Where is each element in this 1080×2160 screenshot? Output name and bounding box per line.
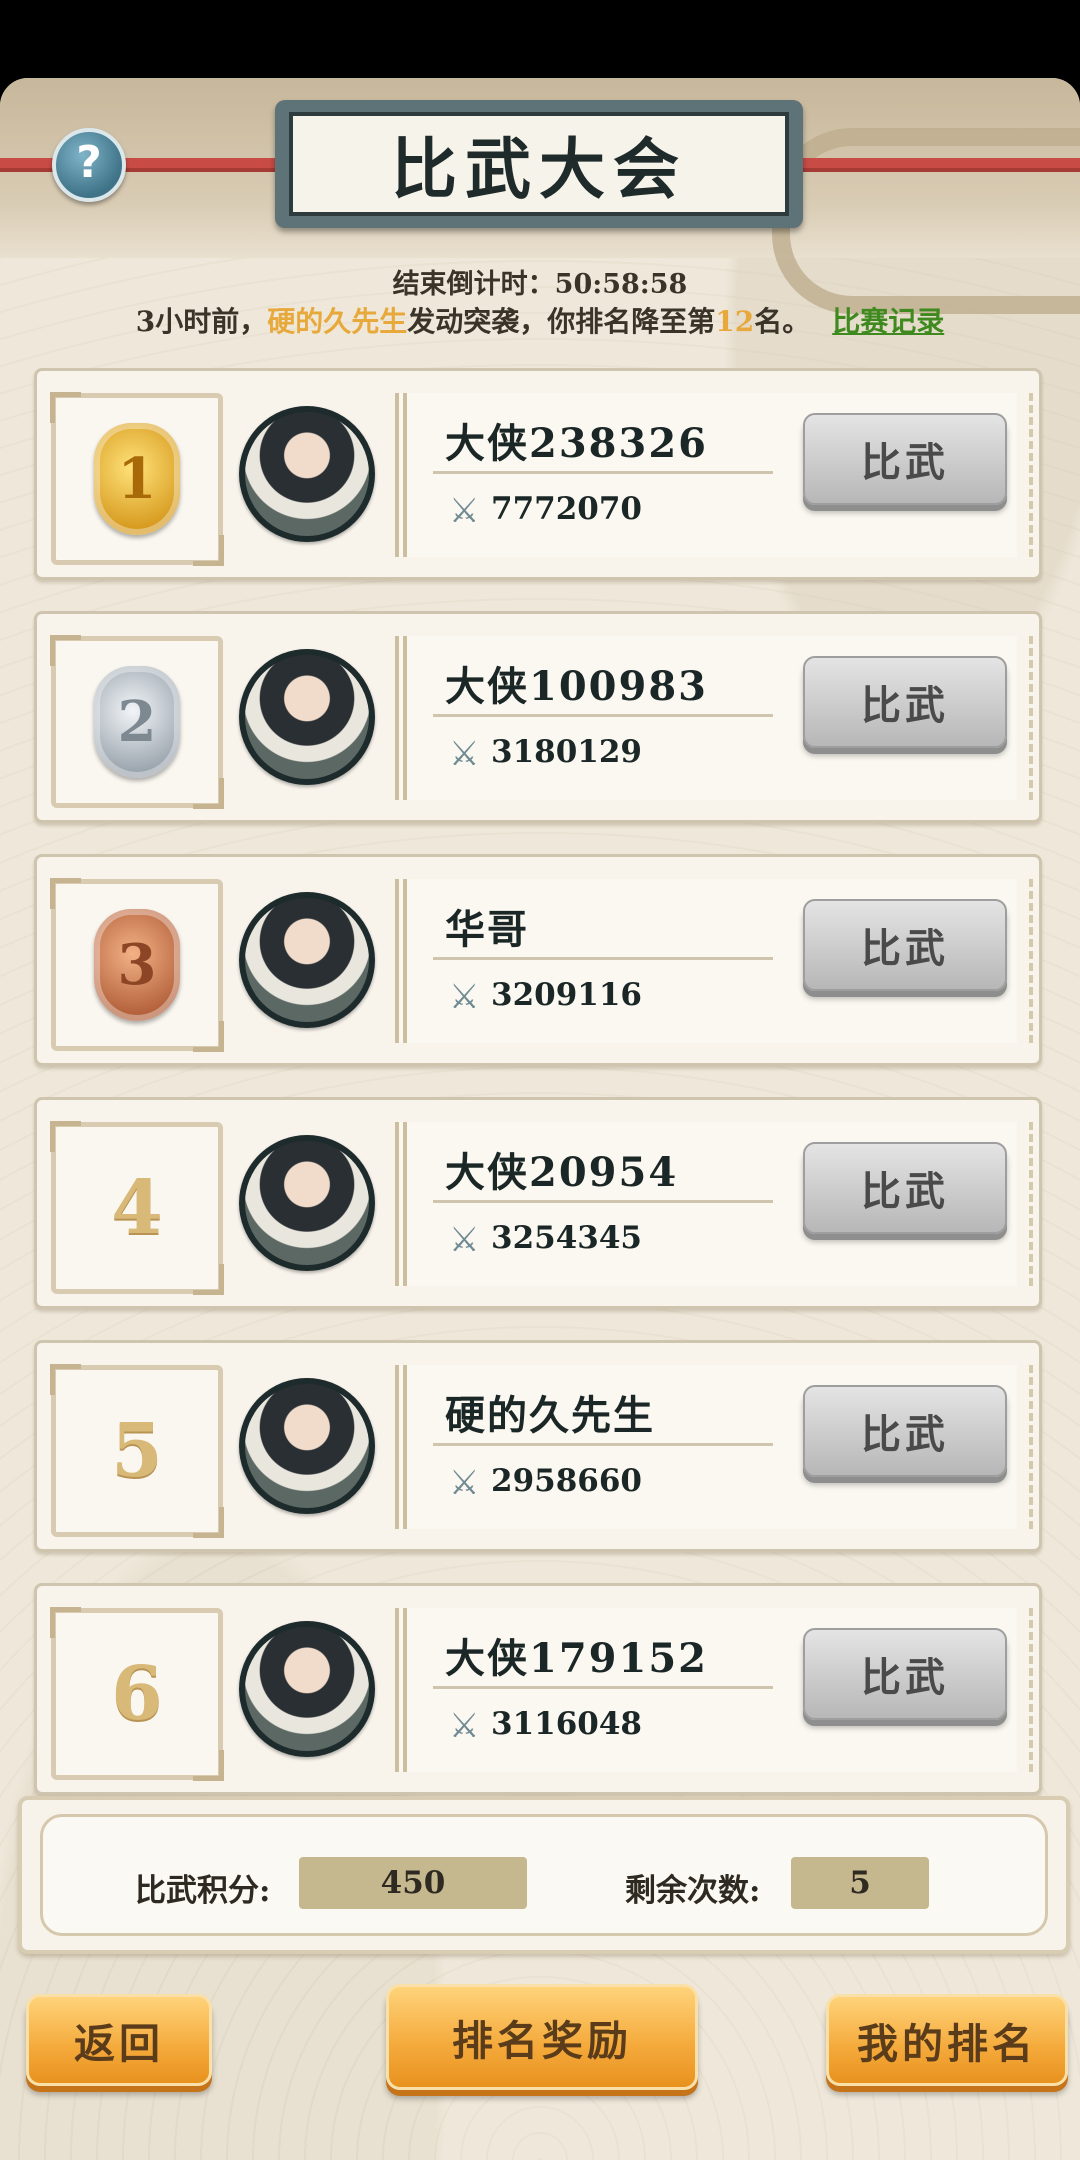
player-avatar[interactable] (239, 892, 375, 1028)
player-name: 大侠179152 (445, 1635, 708, 1682)
rank-medal-icon: 2 (94, 666, 180, 778)
player-avatar[interactable] (239, 1378, 375, 1514)
rank-number: 2 (117, 689, 157, 755)
challenge-button[interactable]: 比武 (803, 1385, 1007, 1477)
rank-number: 6 (111, 1651, 163, 1737)
crossed-swords-icon: ⚔ (449, 491, 480, 531)
rank-badge: 2 (50, 635, 224, 809)
question-mark-icon: ? (76, 137, 102, 188)
rank-number: 3 (117, 932, 157, 998)
combat-power-value: 3254345 (491, 1220, 642, 1256)
player-avatar[interactable] (239, 406, 375, 542)
match-record-link[interactable]: 比赛记录 (832, 305, 944, 338)
rank-medal-icon: 1 (94, 423, 180, 535)
rank-badge: 4 (50, 1121, 224, 1295)
ranking-row: 4 大侠20954 ⚔ 3254345 比武 (34, 1097, 1042, 1309)
notice-middle: 发动突袭，你排名降至第 (407, 305, 716, 338)
player-name: 大侠238326 (445, 420, 708, 467)
divider (433, 1200, 773, 1203)
rope-right (790, 158, 1080, 168)
combat-power-value: 3209116 (491, 977, 642, 1013)
player-avatar[interactable] (239, 1621, 375, 1757)
player-name: 大侠100983 (445, 663, 708, 710)
player-info: 大侠20954 ⚔ 3254345 比武 (395, 1122, 1033, 1286)
combat-power-value: 7772070 (491, 491, 642, 527)
ranking-row: 5 硬的久先生 ⚔ 2958660 比武 (34, 1340, 1042, 1552)
ranking-rewards-button[interactable]: 排名奖励 (386, 1984, 698, 2090)
crossed-swords-icon: ⚔ (449, 734, 480, 774)
player-info: 大侠238326 ⚔ 7772070 比武 (395, 393, 1033, 557)
ranking-row: 3 华哥 ⚔ 3209116 比武 (34, 854, 1042, 1066)
player-info: 华哥 ⚔ 3209116 比武 (395, 879, 1033, 1043)
title-plate: 比武大会 (275, 100, 803, 228)
notice-rank: 12 (715, 305, 755, 338)
rank-badge: 3 (50, 878, 224, 1052)
notice-prefix: 3小时前， (135, 305, 268, 338)
challenge-button[interactable]: 比武 (803, 1628, 1007, 1720)
page-title: 比武大会 (391, 130, 687, 208)
my-ranking-button[interactable]: 我的排名 (826, 1994, 1068, 2086)
countdown-value: 50:58:58 (554, 269, 688, 300)
player-name: 大侠20954 (445, 1149, 679, 1196)
divider (433, 471, 773, 474)
notice-suffix: 名。 (754, 305, 811, 338)
divider (433, 1686, 773, 1689)
challenge-button[interactable]: 比武 (803, 1142, 1007, 1234)
pvp-tournament-screen: ✕ ✕ ? 比武大会 结束倒计时：50:58:58 3小时前，硬的久先生发动突袭… (0, 78, 1080, 2160)
player-avatar[interactable] (239, 1135, 375, 1271)
player-info: 大侠179152 ⚔ 3116048 比武 (395, 1608, 1033, 1772)
challenge-button[interactable]: 比武 (803, 656, 1007, 748)
stats-panel: 比武积分: 450 剩余次数: 5 (18, 1796, 1070, 1954)
player-info: 硬的久先生 ⚔ 2958660 比武 (395, 1365, 1033, 1529)
crossed-swords-icon: ⚔ (449, 1220, 480, 1260)
rank-medal-icon: 3 (94, 909, 180, 1021)
rank-number: 4 (111, 1165, 163, 1251)
player-avatar[interactable] (239, 649, 375, 785)
ranking-row: 6 大侠179152 ⚔ 3116048 比武 (34, 1583, 1042, 1795)
countdown-timer: 结束倒计时：50:58:58 (0, 262, 1080, 301)
player-name: 华哥 (445, 906, 529, 953)
challenge-button[interactable]: 比武 (803, 899, 1007, 991)
rank-number: 1 (117, 446, 157, 512)
countdown-label: 结束倒计时： (392, 269, 555, 300)
combat-power-value: 3180129 (491, 734, 642, 770)
remaining-value: 5 (791, 1857, 929, 1909)
crossed-swords-icon: ⚔ (449, 977, 480, 1017)
crossed-swords-icon: ⚔ (449, 1463, 480, 1503)
challenge-button[interactable]: 比武 (803, 413, 1007, 505)
rank-badge: 6 (50, 1607, 224, 1781)
ranking-row: 1 大侠238326 ⚔ 7772070 比武 (34, 368, 1042, 580)
divider (433, 957, 773, 960)
combat-power-value: 2958660 (491, 1463, 642, 1499)
player-info: 大侠100983 ⚔ 3180129 比武 (395, 636, 1033, 800)
points-label: 比武积分: (135, 1873, 271, 1909)
ranking-row: 2 大侠100983 ⚔ 3180129 比武 (34, 611, 1042, 823)
rank-number: 5 (111, 1408, 163, 1494)
rope-left (0, 158, 290, 168)
remaining-label: 剩余次数: (625, 1873, 761, 1909)
rank-badge: 5 (50, 1364, 224, 1538)
rank-badge: 1 (50, 392, 224, 566)
points-value: 450 (299, 1857, 527, 1909)
back-button[interactable]: 返回 (26, 1994, 212, 2086)
divider (433, 714, 773, 717)
attack-notice: 3小时前，硬的久先生发动突袭，你排名降至第12名。 比赛记录 (0, 300, 1080, 340)
notice-attacker-name[interactable]: 硬的久先生 (267, 305, 407, 338)
combat-power-value: 3116048 (491, 1706, 642, 1742)
divider (433, 1443, 773, 1446)
help-button[interactable]: ? (52, 128, 126, 202)
crossed-swords-icon: ⚔ (449, 1706, 480, 1746)
player-name: 硬的久先生 (445, 1392, 655, 1439)
